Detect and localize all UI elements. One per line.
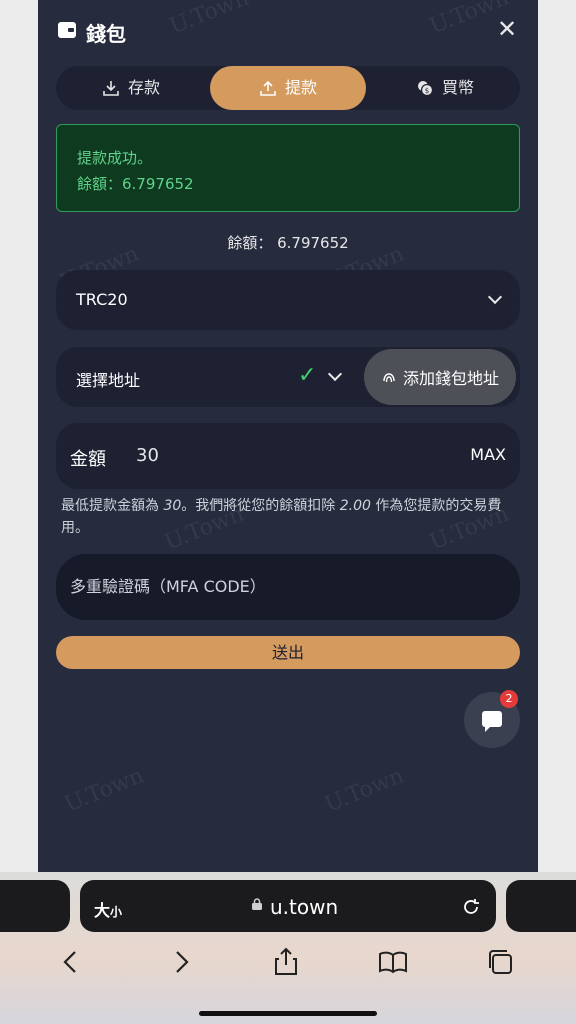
page-side-right <box>538 0 576 1024</box>
fingerprint-icon <box>383 373 395 383</box>
amount-field[interactable]: 金額 30 MAX <box>56 423 520 489</box>
address-label: 選擇地址 <box>76 371 141 390</box>
add-wallet-address-button[interactable]: 添加錢包地址 <box>364 349 516 405</box>
watermark: U.Town <box>61 763 148 818</box>
tab-buy-coin[interactable]: $ 買幣 <box>370 66 520 110</box>
network-selected: TRC20 <box>76 290 128 309</box>
modal-header: 錢包 ✕ <box>38 0 538 62</box>
mfa-field[interactable] <box>56 554 520 620</box>
download-icon <box>103 81 119 96</box>
hint-text: 。我們將從您的餘額扣除 <box>181 498 340 514</box>
success-balance: 餘額：6.797652 <box>77 175 194 193</box>
reload-icon[interactable] <box>460 896 482 918</box>
submit-button[interactable]: 送出 <box>56 636 520 669</box>
url-text: u.town <box>270 895 339 919</box>
tab-withdraw-label: 提款 <box>284 78 317 97</box>
page-side-left <box>0 0 38 1024</box>
balance-value: 6.797652 <box>277 234 349 252</box>
tab-deposit[interactable]: 存款 <box>56 66 206 110</box>
hint-fee: 2.00 <box>339 498 371 514</box>
amount-input[interactable]: 30 <box>136 445 159 466</box>
wallet-tabs: 存款 提款 $ 買幣 <box>56 66 520 110</box>
lock-icon <box>252 898 262 910</box>
upload-icon <box>260 80 276 96</box>
tab-withdraw[interactable]: 提款 <box>210 66 366 110</box>
home-indicator <box>199 1011 377 1016</box>
wallet-modal: U.Town U.Town U.Town U.Town U.Town U.Tow… <box>38 0 538 872</box>
network-select[interactable]: TRC20 <box>56 270 520 330</box>
wallet-icon <box>58 22 76 38</box>
mfa-code-input[interactable] <box>70 574 500 598</box>
chevron-down-icon <box>487 289 503 305</box>
hint-text: 最低提款金額為 <box>61 498 164 514</box>
chat-icon <box>482 711 502 732</box>
chevron-down-icon <box>327 366 343 382</box>
balance-display: 餘額： 6.797652 <box>38 232 538 253</box>
prev-tab-preview[interactable] <box>0 880 70 932</box>
tab-deposit-label: 存款 <box>127 78 160 97</box>
next-tab-preview[interactable] <box>506 880 576 932</box>
modal-title: 錢包 <box>86 22 126 46</box>
close-button[interactable]: ✕ <box>496 17 518 41</box>
text-size-big: 大 <box>94 901 111 920</box>
success-message: 提款成功。 <box>77 149 153 167</box>
text-size-button[interactable]: 大小 <box>94 897 122 921</box>
tab-buy-coin-label: 買幣 <box>441 78 474 97</box>
watermark: U.Town <box>321 763 408 818</box>
bookmarks-icon[interactable] <box>377 946 409 978</box>
svg-text:$: $ <box>425 87 429 95</box>
text-size-small: 小 <box>110 905 123 919</box>
forward-icon[interactable] <box>164 946 196 978</box>
tabs-icon[interactable] <box>484 946 516 978</box>
add-wallet-address-label: 添加錢包地址 <box>402 369 499 388</box>
coins-icon: $ <box>417 81 434 97</box>
chat-badge: 2 <box>500 690 518 708</box>
check-icon: ✓ <box>298 363 317 388</box>
fee-hint: 最低提款金額為 30。我們將從您的餘額扣除 2.00 作為您提款的交易費用。 <box>61 495 521 539</box>
share-icon[interactable] <box>270 946 302 978</box>
balance-label: 餘額： <box>227 234 273 252</box>
success-alert: 提款成功。 餘額：6.797652 <box>56 124 520 212</box>
max-button[interactable]: MAX <box>470 445 506 464</box>
back-icon[interactable] <box>56 946 88 978</box>
hint-min-amount: 30 <box>163 498 182 514</box>
amount-label: 金額 <box>70 449 106 470</box>
